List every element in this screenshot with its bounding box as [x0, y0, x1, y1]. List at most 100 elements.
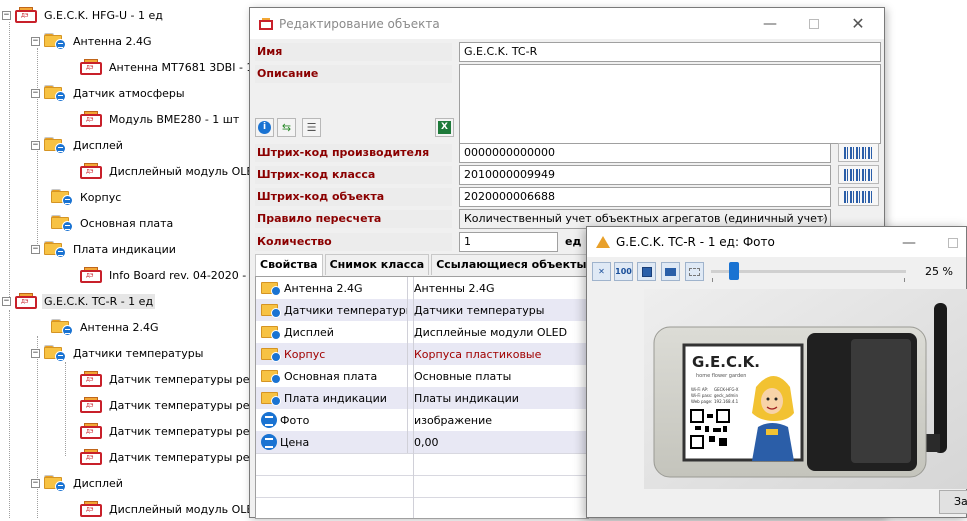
- tree-node[interactable]: − Плата индикации: [31, 237, 178, 261]
- description-field[interactable]: [459, 64, 881, 144]
- barcode-icon: [843, 146, 874, 159]
- tree-node-label: Основная плата: [80, 216, 174, 230]
- device-icon: ДЭ: [80, 423, 102, 439]
- barcode-icon: [843, 190, 874, 203]
- tree-node-label: Антенна 2.4G: [73, 34, 152, 48]
- list-button[interactable]: ☰: [302, 118, 321, 137]
- folder-icon: [261, 368, 281, 384]
- transfer-button[interactable]: ⇆: [277, 118, 296, 137]
- class-barcode-button[interactable]: [838, 165, 879, 184]
- table-row[interactable]: Датчики температуры Датчики температуры: [256, 299, 588, 321]
- collapse-toggle[interactable]: −: [31, 478, 40, 488]
- collapse-toggle[interactable]: −: [31, 348, 40, 358]
- tree-node[interactable]: − Датчик атмосферы: [31, 81, 187, 105]
- dialog-titlebar[interactable]: Редактирование объекта — ✕: [250, 8, 884, 39]
- tree-node[interactable]: Корпус: [51, 185, 123, 209]
- table-row[interactable]: Основная плата Основные платы: [256, 365, 588, 387]
- maximize-icon: [948, 237, 958, 248]
- tree-node[interactable]: − Дисплей: [31, 133, 125, 157]
- barcode-icon: [843, 168, 874, 181]
- photo-titlebar[interactable]: G.E.C.K. TC-R - 1 ед: Фото —: [587, 227, 966, 257]
- tree-connector: [9, 22, 10, 303]
- tree-node[interactable]: ДЭ Дисплейный модуль OLED: [80, 497, 264, 521]
- device-icon: ДЭ: [80, 371, 102, 387]
- quantity-label: Количество: [255, 233, 452, 251]
- tree-node[interactable]: ДЭ Дисплейный модуль OLED: [80, 159, 264, 183]
- photo-minimize-button[interactable]: —: [887, 227, 931, 258]
- tab-properties[interactable]: Свойства: [255, 254, 323, 276]
- table-row[interactable]: Антенна 2.4G Антенны 2.4G: [256, 277, 588, 299]
- tree-node[interactable]: Антенна 2.4G: [51, 315, 161, 339]
- table-row[interactable]: Фото изображение: [256, 409, 588, 431]
- folder-icon: [261, 280, 281, 296]
- tree-connector: [65, 362, 66, 456]
- tree-node-label: G.E.C.K. HFG-U - 1 ед: [44, 8, 163, 22]
- tree-node[interactable]: Основная плата: [51, 211, 175, 235]
- close-button[interactable]: ✕: [836, 8, 880, 39]
- property-value: Основные платы: [414, 369, 512, 383]
- save-icon: [641, 266, 652, 277]
- collapse-toggle[interactable]: −: [31, 88, 40, 98]
- tree-node[interactable]: ДЭ Info Board rev. 04-2020 - 1 ш: [80, 263, 272, 287]
- mfr-barcode-field[interactable]: 0000000000000: [459, 143, 831, 163]
- device-icon: ДЭ: [80, 111, 102, 127]
- collapse-toggle[interactable]: −: [31, 36, 40, 46]
- collapse-toggle[interactable]: −: [31, 244, 40, 254]
- object-barcode-field[interactable]: 2020000006688: [459, 187, 831, 207]
- object-barcode-button[interactable]: [838, 187, 879, 206]
- product-photo[interactable]: G.E.C.K. home flower garden Wi-Fi AP: Wi…: [644, 289, 967, 489]
- folder-icon: [261, 346, 281, 362]
- collapse-toggle[interactable]: −: [2, 10, 11, 20]
- info-icon: i: [258, 121, 271, 134]
- tab-referencing-objects[interactable]: Ссылающиеся объекты: [431, 254, 592, 275]
- quantity-field[interactable]: 1: [459, 232, 558, 252]
- collapse-toggle[interactable]: −: [31, 140, 40, 150]
- crop-button[interactable]: [685, 262, 704, 281]
- device-icon: ДЭ: [80, 501, 102, 517]
- tree-node[interactable]: − Антенна 2.4G: [31, 29, 154, 53]
- object-barcode-label: Штрих-код объекта: [255, 188, 452, 206]
- photo-close-button[interactable]: За: [939, 490, 967, 514]
- tree-node[interactable]: ДЭ Модуль BME280 - 1 шт: [80, 107, 241, 131]
- slider-tick: [904, 278, 905, 282]
- name-label: Имя: [255, 43, 452, 61]
- zoom-slider[interactable]: [711, 270, 906, 273]
- property-value: изображение: [414, 413, 493, 427]
- table-row[interactable]: Плата индикации Платы индикации: [256, 387, 588, 409]
- quantity-unit: ед: [565, 235, 582, 248]
- fit-button[interactable]: ✕: [592, 262, 611, 281]
- tree-node[interactable]: ДЭ Антенна MT7681 3DBI - 1 шт: [80, 55, 275, 79]
- export-excel-button[interactable]: X: [435, 118, 454, 137]
- save-button[interactable]: [637, 262, 656, 281]
- info-button[interactable]: i: [255, 118, 274, 137]
- tree-node-label: Датчик температуры резис: [109, 424, 269, 438]
- table-row[interactable]: Корпус Корпуса пластиковые: [256, 343, 588, 365]
- table-row[interactable]: Цена 0,00: [256, 431, 588, 453]
- tree-node-label: Дисплей: [73, 138, 123, 152]
- table-row[interactable]: Дисплей Дисплейные модули OLED: [256, 321, 588, 343]
- object-tree[interactable]: − ДЭ G.E.C.K. HFG-U - 1 ед − Антенна 2.4…: [0, 0, 273, 518]
- tree-node[interactable]: ДЭ Датчик температуры резис: [80, 445, 271, 469]
- tree-node[interactable]: ДЭ Датчик температуры резис: [80, 393, 271, 417]
- tree-node[interactable]: − ДЭ G.E.C.K. TC-R - 1 ед: [2, 289, 156, 313]
- folder-icon: [51, 188, 73, 206]
- photo-maximize-button[interactable]: [931, 227, 967, 258]
- tree-node[interactable]: − Датчики температуры: [31, 341, 205, 365]
- name-field[interactable]: G.E.C.K. TC-R: [459, 42, 881, 62]
- minimize-button[interactable]: —: [748, 8, 792, 39]
- maximize-button[interactable]: [792, 8, 836, 39]
- tab-class-snapshot[interactable]: Снимок класса: [324, 254, 430, 275]
- tree-node[interactable]: ДЭ Датчик температуры резис: [80, 367, 271, 391]
- photo-info-value: geck_admin: [714, 393, 739, 398]
- zoom-100-button[interactable]: 100: [614, 262, 633, 281]
- tree-node[interactable]: ДЭ Датчик температуры резис: [80, 419, 271, 443]
- tree-node[interactable]: − Дисплей: [31, 471, 125, 495]
- zoom-slider-thumb[interactable]: [729, 262, 739, 280]
- collapse-toggle[interactable]: −: [2, 296, 11, 306]
- mfr-barcode-button[interactable]: [838, 143, 879, 162]
- class-barcode-field[interactable]: 2010000009949: [459, 165, 831, 185]
- tree-node[interactable]: − ДЭ G.E.C.K. HFG-U - 1 ед: [2, 3, 165, 27]
- properties-grid[interactable]: Антенна 2.4G Антенны 2.4G Датчики темпер…: [255, 276, 589, 519]
- open-folder-button[interactable]: [661, 262, 680, 281]
- app-icon: [259, 17, 273, 30]
